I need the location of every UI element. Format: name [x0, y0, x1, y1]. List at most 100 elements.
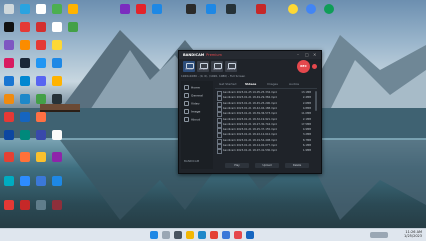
- desktop-icon[interactable]: [20, 176, 30, 186]
- desktop-icon[interactable]: [4, 76, 14, 86]
- file-row[interactable]: bandicam 2023-01-21 18-49-29-384.mp4 2.4M…: [215, 95, 317, 102]
- desktop-icon[interactable]: [288, 4, 298, 14]
- titlebar[interactable]: BANDICAM Premium – □ ✕: [179, 51, 321, 59]
- desktop-icon[interactable]: [36, 112, 46, 122]
- desktop-icon[interactable]: [226, 4, 236, 14]
- desktop-icon[interactable]: [4, 200, 14, 210]
- taskbar-chrome-icon[interactable]: [210, 231, 218, 239]
- desktop-icon[interactable]: [120, 4, 130, 14]
- taskbar-bandicam-icon[interactable]: [234, 231, 242, 239]
- clock[interactable]: 11:26 AM 1/25/2023: [392, 230, 422, 238]
- taskbar-mail-icon[interactable]: [246, 231, 254, 239]
- desktop-icon[interactable]: [20, 4, 30, 14]
- desktop-icon[interactable]: [4, 176, 14, 186]
- row-checkbox[interactable]: [217, 149, 222, 155]
- toolbar-device-button[interactable]: Device: [225, 61, 237, 72]
- file-row[interactable]: bandicam 2023-01-21 18-45-25-290.mp4 2.6M…: [215, 101, 317, 107]
- file-row[interactable]: bandicam 2023-01-21 18-39-36-573.mp4 11.0…: [215, 111, 317, 118]
- file-row[interactable]: bandicam 2023-01-21 18-32-19-921.mp4 2.1M…: [215, 117, 317, 123]
- desktop-icon[interactable]: [52, 200, 62, 210]
- desktop-icon[interactable]: [4, 112, 14, 122]
- desktop-icon[interactable]: [68, 22, 78, 32]
- taskbar-search-icon[interactable]: [162, 231, 170, 239]
- desktop-icon[interactable]: [4, 58, 14, 68]
- system-tray[interactable]: [370, 232, 388, 238]
- file-row[interactable]: bandicam 2023-01-21 18-42-04-188.mp4 4.8M…: [215, 106, 317, 112]
- tab-get-started[interactable]: Get Started: [219, 82, 236, 87]
- close-button[interactable]: ✕: [313, 53, 316, 57]
- desktop-icon[interactable]: [20, 22, 30, 32]
- desktop-icon[interactable]: [36, 58, 46, 68]
- taskbar-edge-icon[interactable]: [198, 231, 206, 239]
- scrollbar[interactable]: [315, 91, 317, 111]
- desktop-icon[interactable]: [256, 4, 266, 14]
- desktop-icon[interactable]: [52, 22, 62, 32]
- file-row[interactable]: bandicam 2023-01-21 18-14-02-077.mp4 6.1M…: [215, 143, 317, 149]
- toolbar-screen-button[interactable]: Screen: [197, 61, 209, 72]
- desktop-icon[interactable]: [136, 4, 146, 14]
- desktop-icon[interactable]: [36, 94, 46, 104]
- tab-images[interactable]: Images: [267, 82, 278, 87]
- desktop-icon[interactable]: [4, 152, 14, 162]
- taskbar-store-icon[interactable]: [222, 231, 230, 239]
- desktop-icon[interactable]: [152, 4, 162, 14]
- sidebar-item-general[interactable]: General: [184, 93, 203, 98]
- maximize-button[interactable]: □: [305, 53, 309, 57]
- file-row[interactable]: bandicam 2023-01-21 18-27-30-744.mp4 17.5…: [215, 122, 317, 128]
- toolbar-home-button[interactable]: Home: [183, 61, 195, 72]
- desktop-icon[interactable]: [20, 76, 30, 86]
- record-button[interactable]: REC: [297, 60, 310, 73]
- file-row[interactable]: bandicam 2023-01-21 18-25-37-155.mp4 4.9M…: [215, 127, 317, 134]
- desktop-icon[interactable]: [52, 58, 62, 68]
- desktop-icon[interactable]: [4, 40, 14, 50]
- screenshot-button[interactable]: [312, 64, 317, 69]
- upload-button[interactable]: Upload: [255, 163, 279, 168]
- desktop-icon[interactable]: [20, 130, 30, 140]
- sidebar-item-video[interactable]: Video: [184, 101, 199, 106]
- play-button[interactable]: Play: [225, 163, 249, 168]
- desktop-icon[interactable]: [52, 40, 62, 50]
- sidebar-item-about[interactable]: About: [184, 117, 200, 122]
- desktop-icon[interactable]: [52, 94, 62, 104]
- desktop-icon[interactable]: [68, 4, 78, 14]
- sidebar-item-home[interactable]: Home: [184, 85, 200, 90]
- desktop-icon[interactable]: [52, 152, 62, 162]
- desktop-icon[interactable]: [36, 22, 46, 32]
- desktop-icon[interactable]: [20, 40, 30, 50]
- file-row[interactable]: bandicam 2023-01-25 19-05-25-334.mp4 13.1…: [215, 90, 317, 96]
- desktop-icon[interactable]: [52, 76, 62, 86]
- taskbar-start-icon[interactable]: [150, 231, 158, 239]
- desktop-icon[interactable]: [52, 4, 62, 14]
- desktop-icon[interactable]: [186, 4, 196, 14]
- desktop-icon[interactable]: [52, 176, 62, 186]
- desktop-icon[interactable]: [20, 94, 30, 104]
- desktop-icon[interactable]: [306, 4, 316, 14]
- tab-videos[interactable]: Videos: [245, 82, 256, 87]
- desktop-icon[interactable]: [206, 4, 216, 14]
- file-row[interactable]: bandicam 2023-01-21 18-07-41-530.mp4 1.9M…: [215, 148, 317, 155]
- desktop-icon[interactable]: [4, 4, 14, 14]
- desktop-icon[interactable]: [52, 130, 62, 140]
- desktop-icon[interactable]: [36, 176, 46, 186]
- desktop-icon[interactable]: [36, 152, 46, 162]
- taskbar-explorer-icon[interactable]: [186, 231, 194, 239]
- desktop-icon[interactable]: [36, 40, 46, 50]
- desktop-icon[interactable]: [20, 58, 30, 68]
- desktop-icon[interactable]: [36, 4, 46, 14]
- desktop-icon[interactable]: [20, 200, 30, 210]
- desktop-icon[interactable]: [4, 22, 14, 32]
- delete-button[interactable]: Delete: [285, 163, 309, 168]
- desktop-icon[interactable]: [324, 4, 334, 14]
- desktop-icon[interactable]: [36, 76, 46, 86]
- desktop-icon[interactable]: [36, 130, 46, 140]
- tab-audios[interactable]: Audios: [289, 82, 299, 87]
- toolbar-game-button[interactable]: Game: [211, 61, 223, 72]
- taskbar-task-view-icon[interactable]: [174, 231, 182, 239]
- file-row[interactable]: bandicam 2023-01-21 18-19-54-408.mp4 8.7M…: [215, 138, 317, 144]
- desktop-icon[interactable]: [36, 200, 46, 210]
- desktop-icon[interactable]: [20, 112, 30, 122]
- minimize-button[interactable]: –: [297, 53, 299, 57]
- desktop-icon[interactable]: [4, 94, 14, 104]
- file-row[interactable]: bandicam 2023-01-21 18-22-12-612.mp4 3.2M…: [215, 132, 317, 139]
- desktop-icon[interactable]: [20, 152, 30, 162]
